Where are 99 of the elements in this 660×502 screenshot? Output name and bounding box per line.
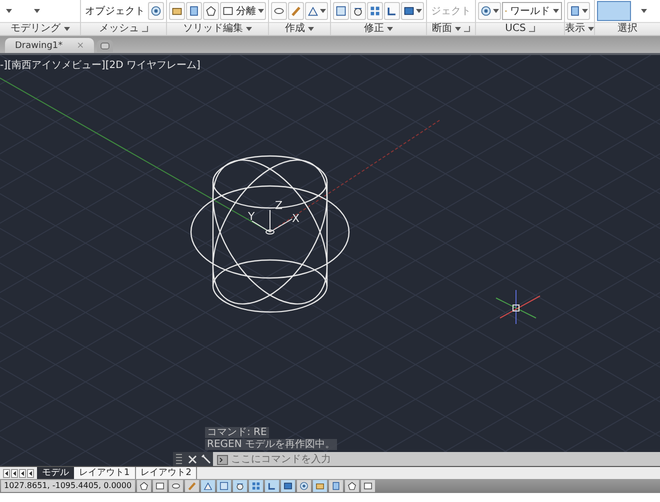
tab-title: Drawing1*	[15, 40, 63, 50]
status-toggle-button[interactable]	[248, 480, 263, 492]
tool-icon	[307, 5, 319, 17]
toggle-icon	[266, 481, 277, 491]
toggle-icon	[346, 481, 357, 491]
tool-button[interactable]	[384, 2, 400, 20]
tool-icon	[290, 5, 302, 17]
tool-button[interactable]	[350, 2, 366, 20]
tool-icon	[273, 5, 285, 17]
toggle-icon	[282, 481, 293, 491]
status-toggle-button[interactable]	[296, 480, 311, 492]
caret-icon[interactable]	[455, 27, 461, 31]
caret-icon[interactable]	[64, 27, 70, 31]
status-toggle-button[interactable]	[344, 480, 359, 492]
toggle-icon	[186, 481, 197, 491]
toggle-icon	[154, 481, 165, 491]
split-button[interactable]: 分離	[220, 2, 266, 20]
panel-title: モデリング	[10, 23, 60, 35]
status-toggle-button[interactable]	[136, 480, 151, 492]
tab-nav-arrow-icon[interactable]	[19, 468, 26, 478]
panel-title: 修正	[364, 23, 384, 35]
tool-icon	[480, 5, 492, 17]
document-tab[interactable]: Drawing1* ×	[5, 38, 94, 53]
status-toggle-button[interactable]	[184, 480, 199, 492]
tool-icon	[150, 5, 162, 17]
panel-title: 選択	[618, 23, 638, 35]
viewport-controls-label[interactable]: -][南西アイソメビュー][2D ワイヤフレーム]	[0, 58, 200, 72]
status-toggle-button[interactable]	[312, 480, 327, 492]
status-toggle-button[interactable]	[232, 480, 247, 492]
tool-icon	[386, 5, 398, 17]
tool-dropdown-button[interactable]	[305, 2, 328, 20]
tool-icon	[369, 5, 381, 17]
status-toggle-button[interactable]	[200, 480, 215, 492]
tool-icon	[222, 5, 234, 17]
y-axis-label: Y	[248, 210, 255, 223]
tool-dropdown-button[interactable]	[478, 2, 501, 20]
wrench-icon[interactable]	[199, 452, 213, 466]
toggle-icon	[330, 481, 341, 491]
status-toggle-button[interactable]	[152, 480, 167, 492]
toggle-icon	[314, 481, 325, 491]
tool-icon	[335, 5, 347, 17]
toggle-icon	[250, 481, 261, 491]
ucs-dropdown[interactable]: ワールド	[502, 2, 562, 20]
command-input[interactable]: ここにコマンドを入力	[231, 454, 660, 465]
coordinates-readout: 1027.8651, -1095.4405, 0.0000	[1, 480, 135, 492]
status-toggle-button[interactable]	[216, 480, 231, 492]
toggle-icon	[362, 481, 373, 491]
prompt-icon[interactable]	[217, 454, 228, 464]
caret-icon[interactable]	[246, 27, 252, 31]
toggle-icon	[138, 481, 149, 491]
panel-title: 断面	[432, 23, 452, 35]
selection-swatch-button[interactable]	[597, 1, 631, 21]
panel-title: ソリッド編集	[183, 23, 243, 35]
toggle-icon	[234, 481, 245, 491]
tool-button[interactable]	[203, 2, 219, 20]
toggle-icon	[298, 481, 309, 491]
layout-tab[interactable]: モデル	[37, 467, 74, 479]
launcher-icon[interactable]	[528, 26, 535, 32]
layout-tab[interactable]: レイアウト2	[136, 467, 198, 479]
panel-title: 作成	[285, 23, 305, 35]
launcher-icon[interactable]	[142, 26, 148, 32]
tool-icon	[171, 5, 183, 17]
status-toggle-button[interactable]	[264, 480, 279, 492]
tab-nav-arrow-icon[interactable]	[3, 468, 10, 478]
tool-button[interactable]: オブジェクト	[83, 2, 147, 20]
tool-button[interactable]	[148, 2, 164, 20]
tool-icon	[569, 5, 581, 17]
tool-icon	[188, 5, 200, 17]
tool-button[interactable]	[271, 2, 287, 20]
command-input-field[interactable]: ここにコマンドを入力	[213, 452, 660, 466]
x-axis-label: X	[292, 212, 300, 225]
tool-icon	[352, 5, 364, 17]
layout-tab[interactable]: レイアウト1	[74, 467, 136, 479]
panel-title: メッシュ	[99, 23, 139, 35]
tab-nav-arrow-icon[interactable]	[27, 468, 34, 478]
panel-title: 表示	[565, 23, 585, 35]
caret-icon[interactable]	[387, 27, 393, 31]
tool-dropdown-button[interactable]	[401, 2, 424, 20]
status-toggle-button[interactable]	[328, 480, 343, 492]
tool-button[interactable]	[333, 2, 349, 20]
toggle-icon	[218, 481, 229, 491]
tool-icon	[403, 5, 415, 17]
status-toggle-button[interactable]	[280, 480, 295, 492]
toggle-icon	[170, 481, 181, 491]
tool-button[interactable]	[169, 2, 185, 20]
panel-title: UCS	[505, 23, 526, 35]
tool-dropdown-button[interactable]	[567, 2, 590, 20]
launcher-icon[interactable]	[464, 26, 470, 32]
toggle-icon	[202, 481, 213, 491]
tool-button[interactable]	[186, 2, 202, 20]
new-tab-button[interactable]	[97, 40, 114, 52]
caret-icon[interactable]	[308, 27, 314, 31]
crosshair-cursor-icon	[496, 290, 540, 324]
grip-icon[interactable]	[176, 454, 182, 465]
status-toggle-button[interactable]	[360, 480, 375, 492]
tool-button[interactable]	[367, 2, 383, 20]
status-toggle-button[interactable]	[168, 480, 183, 492]
tool-icon	[205, 5, 217, 17]
tab-nav-arrow-icon[interactable]	[11, 468, 18, 478]
